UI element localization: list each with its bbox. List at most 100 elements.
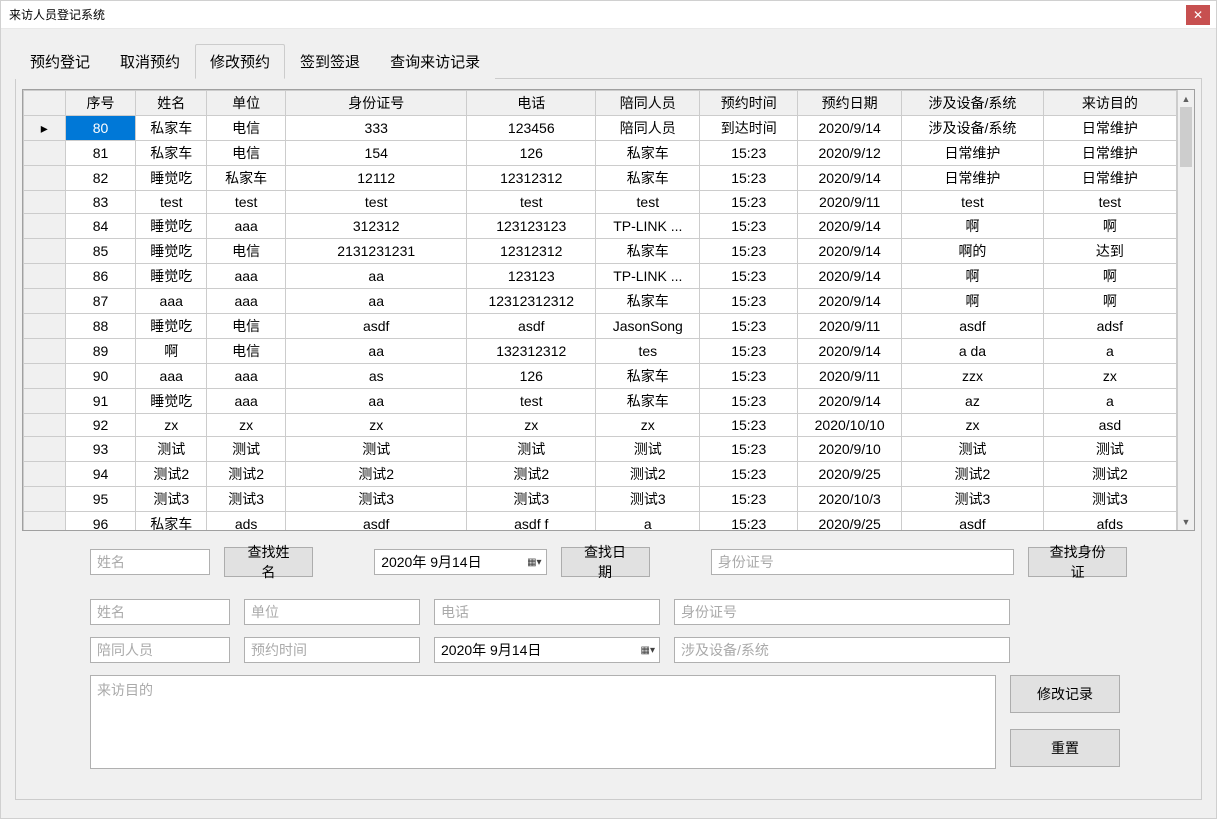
cell[interactable]: 啊 [902,214,1044,239]
cell[interactable]: 12112 [286,166,467,191]
cell[interactable]: 日常维护 [1043,116,1176,141]
cell[interactable]: zx [1043,364,1176,389]
tab-1[interactable]: 取消预约 [105,44,195,79]
cell[interactable]: asd [1043,414,1176,437]
cell[interactable]: 测试 [136,437,207,462]
cell[interactable]: JasonSong [596,314,700,339]
column-header[interactable]: 预约时间 [700,91,798,116]
search-name-button[interactable]: 查找姓名 [224,547,313,577]
cell[interactable]: 2020/9/10 [798,437,902,462]
cell[interactable]: test [596,191,700,214]
table-row[interactable]: 92zxzxzxzxzx15:232020/10/10zxasd [24,414,1177,437]
cell[interactable]: a [1043,339,1176,364]
cell[interactable]: aaa [207,364,286,389]
cell[interactable]: aaa [136,289,207,314]
cell[interactable]: 15:23 [700,339,798,364]
search-date-picker[interactable]: 2020年 9月14日 ▦▾ [374,549,546,575]
cell[interactable]: 2020/9/14 [798,239,902,264]
cell[interactable]: 86 [65,264,136,289]
cell[interactable]: test [467,191,596,214]
search-id-input[interactable] [711,549,1014,575]
cell[interactable]: 2020/10/3 [798,487,902,512]
cell[interactable]: 2020/9/14 [798,389,902,414]
scroll-thumb[interactable] [1180,107,1192,167]
row-header[interactable] [24,364,66,389]
data-grid[interactable]: 序号姓名单位身份证号电话陪同人员预约时间预约日期涉及设备/系统来访目的 ▸80私… [22,89,1195,531]
column-header[interactable]: 涉及设备/系统 [902,91,1044,116]
cell[interactable]: 95 [65,487,136,512]
cell[interactable]: 132312312 [467,339,596,364]
cell[interactable]: aa [286,339,467,364]
cell[interactable]: 测试2 [902,462,1044,487]
cell[interactable]: 2131231231 [286,239,467,264]
cell[interactable]: 测试 [902,437,1044,462]
cell[interactable]: 81 [65,141,136,166]
table-row[interactable]: 88睡觉吃电信asdfasdfJasonSong15:232020/9/11as… [24,314,1177,339]
cell[interactable]: 2020/10/10 [798,414,902,437]
cell[interactable]: 90 [65,364,136,389]
row-header[interactable] [24,339,66,364]
company-input[interactable] [244,599,420,625]
cell[interactable]: 私家车 [207,166,286,191]
cell[interactable]: 2020/9/14 [798,166,902,191]
cell[interactable]: 15:23 [700,462,798,487]
cell[interactable]: 126 [467,364,596,389]
cell[interactable]: test [136,191,207,214]
cell[interactable]: 测试2 [467,462,596,487]
cell[interactable]: 测试3 [902,487,1044,512]
cell[interactable]: 测试 [596,437,700,462]
cell[interactable]: 93 [65,437,136,462]
cell[interactable]: zx [467,414,596,437]
cell[interactable]: aaa [207,214,286,239]
form-date-picker[interactable]: 2020年 9月14日 ▦▾ [434,637,660,663]
cell[interactable]: 2020/9/14 [798,289,902,314]
cell[interactable]: 电信 [207,116,286,141]
cell[interactable]: 2020/9/14 [798,339,902,364]
table-row[interactable]: 87aaaaaaaa12312312312私家车15:232020/9/14啊啊 [24,289,1177,314]
row-header[interactable] [24,289,66,314]
column-header[interactable]: 电话 [467,91,596,116]
close-button[interactable]: ✕ [1186,5,1210,25]
table-row[interactable]: 90aaaaaaas126私家车15:232020/9/11zzxzx [24,364,1177,389]
cell[interactable]: 96 [65,512,136,531]
table-row[interactable]: 95测试3测试3测试3测试3测试315:232020/10/3测试3测试3 [24,487,1177,512]
cell[interactable]: 15:23 [700,214,798,239]
cell[interactable]: tes [596,339,700,364]
column-header[interactable]: 身份证号 [286,91,467,116]
column-header[interactable]: 单位 [207,91,286,116]
cell[interactable]: 私家车 [596,141,700,166]
table-row[interactable]: 91睡觉吃aaaaatest私家车15:232020/9/14aza [24,389,1177,414]
cell[interactable]: 15:23 [700,264,798,289]
row-header[interactable]: ▸ [24,116,66,141]
cell[interactable]: 睡觉吃 [136,264,207,289]
cell[interactable]: 12312312 [467,166,596,191]
cell[interactable]: 123123123 [467,214,596,239]
cell[interactable]: 测试2 [286,462,467,487]
cell[interactable]: 88 [65,314,136,339]
cell[interactable]: asdf [286,314,467,339]
cell[interactable]: 82 [65,166,136,191]
phone-input[interactable] [434,599,660,625]
cell[interactable]: 123456 [467,116,596,141]
cell[interactable]: 测试3 [286,487,467,512]
cell[interactable]: 85 [65,239,136,264]
cell[interactable]: zx [136,414,207,437]
column-header[interactable]: 陪同人员 [596,91,700,116]
table-row[interactable]: ▸80私家车电信333123456陪同人员到达时间2020/9/14涉及设备/系… [24,116,1177,141]
cell[interactable]: 91 [65,389,136,414]
cell[interactable]: 15:23 [700,487,798,512]
cell[interactable]: 154 [286,141,467,166]
cell[interactable]: a [1043,389,1176,414]
row-header[interactable] [24,314,66,339]
table-row[interactable]: 89啊电信aa132312312tes15:232020/9/14a daa [24,339,1177,364]
cell[interactable]: test [207,191,286,214]
device-input[interactable] [674,637,1010,663]
cell[interactable]: aaa [136,364,207,389]
row-header[interactable] [24,487,66,512]
cell[interactable]: 94 [65,462,136,487]
modify-button[interactable]: 修改记录 [1010,675,1120,713]
cell[interactable]: 日常维护 [902,141,1044,166]
cell[interactable]: 15:23 [700,414,798,437]
row-header[interactable] [24,214,66,239]
row-header[interactable] [24,264,66,289]
